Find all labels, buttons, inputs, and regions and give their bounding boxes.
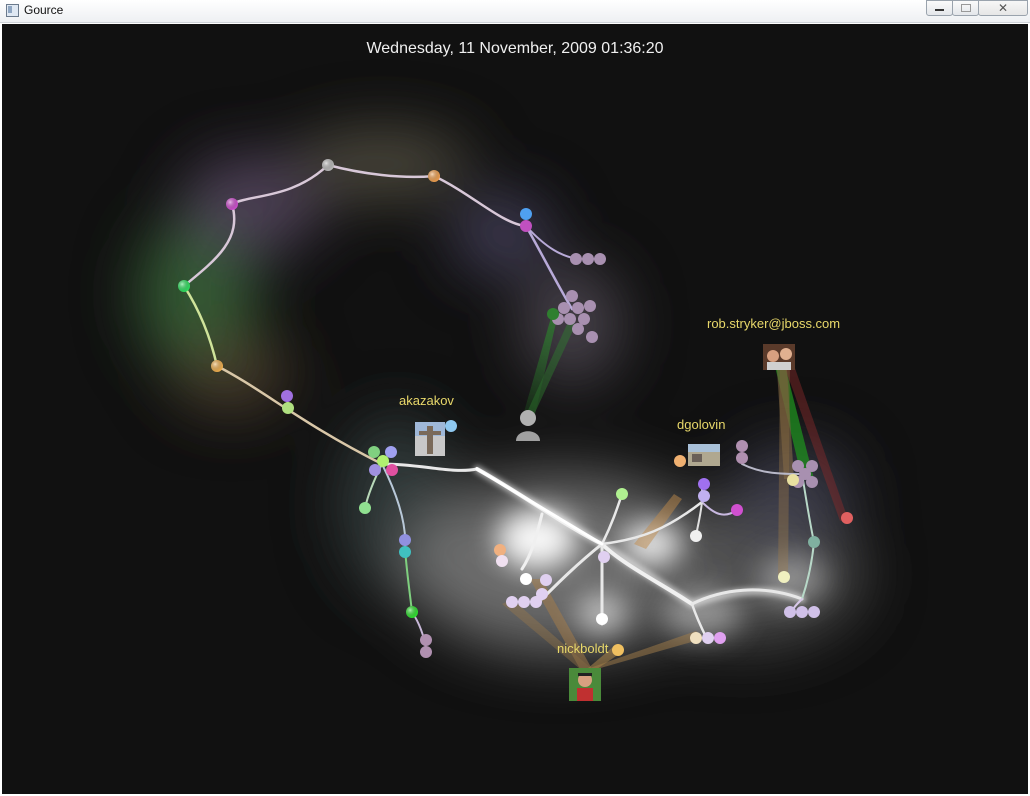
maximize-icon: [960, 4, 971, 12]
avatar-dgolovin: [688, 444, 720, 466]
close-icon: ✕: [997, 1, 1009, 15]
user-label-rob-stryker: rob.stryker@jboss.com: [707, 316, 841, 331]
ambient-glow: [137, 129, 862, 654]
user-label-akazakov: akazakov: [399, 393, 454, 408]
maximize-button[interactable]: [952, 0, 979, 16]
gource-canvas[interactable]: Wednesday, 11 November, 2009 01:36:20 ak…: [2, 24, 1028, 794]
date-display: Wednesday, 11 November, 2009 01:36:20: [366, 40, 664, 57]
user-label-dgolovin: dgolovin: [677, 417, 726, 432]
generic-user-avatar: [516, 410, 540, 441]
avatar-akazakov: [415, 422, 445, 456]
repository-tree-visualization: [137, 129, 862, 701]
window-title: Gource: [24, 3, 64, 17]
user-label-nickboldt: nickboldt: [557, 641, 609, 656]
app-icon: [6, 4, 19, 17]
minimize-button[interactable]: [926, 0, 953, 16]
avatar-rob-stryker: [763, 344, 795, 370]
avatar-nickboldt: [569, 668, 601, 701]
close-button[interactable]: ✕: [978, 0, 1028, 16]
minimize-icon: [935, 9, 944, 11]
title-bar: Gource ✕: [0, 0, 1030, 23]
